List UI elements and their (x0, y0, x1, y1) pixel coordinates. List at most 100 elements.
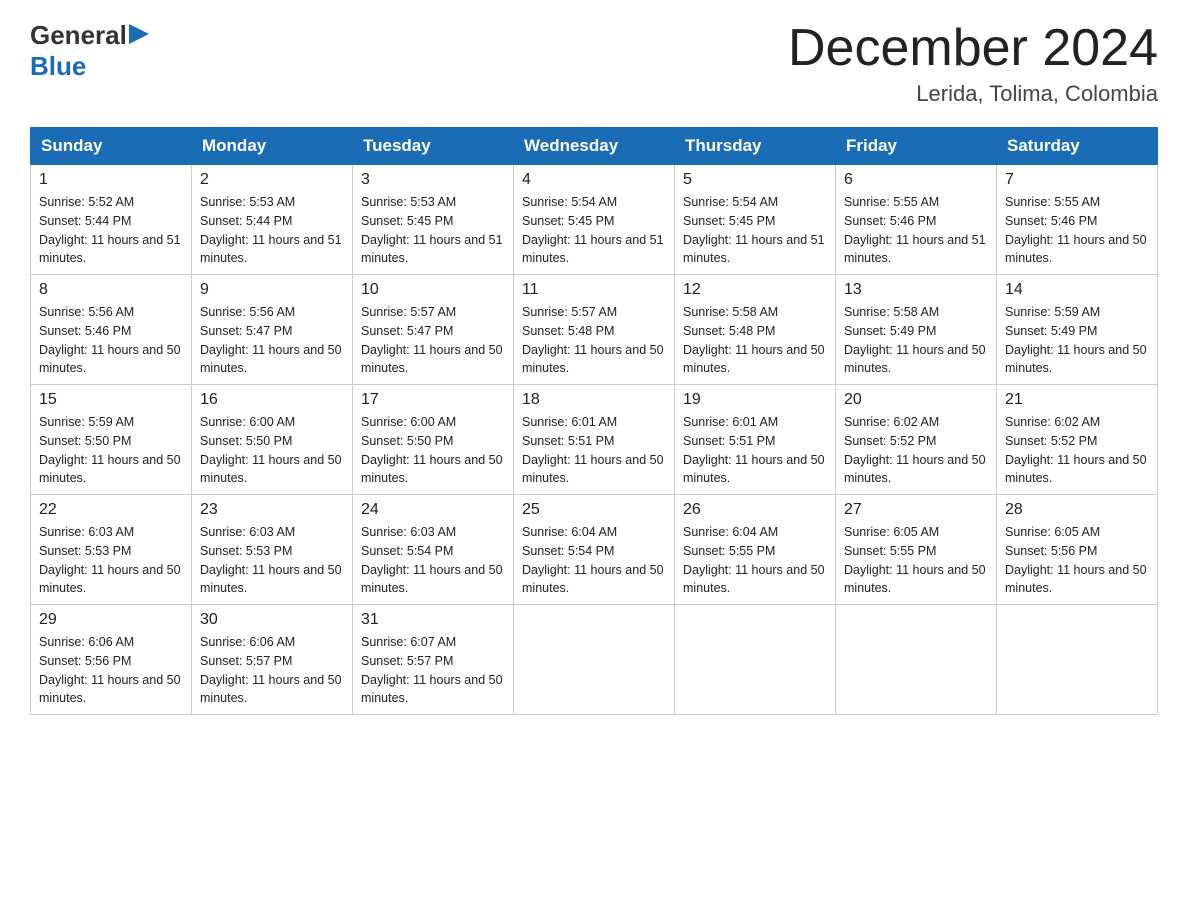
header-day-sunday: Sunday (31, 128, 192, 165)
calendar-cell: 21 Sunrise: 6:02 AMSunset: 5:52 PMDaylig… (997, 385, 1158, 495)
day-number: 27 (844, 501, 988, 519)
day-number: 12 (683, 281, 827, 299)
day-number: 5 (683, 171, 827, 189)
calendar-cell: 27 Sunrise: 6:05 AMSunset: 5:55 PMDaylig… (836, 495, 997, 605)
calendar-header-row: SundayMondayTuesdayWednesdayThursdayFrid… (31, 128, 1158, 165)
day-info: Sunrise: 5:58 AMSunset: 5:49 PMDaylight:… (844, 305, 986, 375)
calendar-week-row: 22 Sunrise: 6:03 AMSunset: 5:53 PMDaylig… (31, 495, 1158, 605)
calendar-cell: 10 Sunrise: 5:57 AMSunset: 5:47 PMDaylig… (353, 275, 514, 385)
calendar-week-row: 1 Sunrise: 5:52 AMSunset: 5:44 PMDayligh… (31, 165, 1158, 275)
calendar-cell: 22 Sunrise: 6:03 AMSunset: 5:53 PMDaylig… (31, 495, 192, 605)
calendar-cell: 4 Sunrise: 5:54 AMSunset: 5:45 PMDayligh… (514, 165, 675, 275)
header-day-tuesday: Tuesday (353, 128, 514, 165)
day-number: 30 (200, 611, 344, 629)
day-info: Sunrise: 5:59 AMSunset: 5:50 PMDaylight:… (39, 415, 181, 485)
day-number: 10 (361, 281, 505, 299)
day-info: Sunrise: 6:03 AMSunset: 5:54 PMDaylight:… (361, 525, 503, 595)
calendar-cell: 16 Sunrise: 6:00 AMSunset: 5:50 PMDaylig… (192, 385, 353, 495)
day-number: 3 (361, 171, 505, 189)
logo-general: General (30, 20, 127, 51)
day-info: Sunrise: 6:07 AMSunset: 5:57 PMDaylight:… (361, 635, 503, 705)
day-number: 29 (39, 611, 183, 629)
header-day-friday: Friday (836, 128, 997, 165)
header-day-thursday: Thursday (675, 128, 836, 165)
day-info: Sunrise: 5:54 AMSunset: 5:45 PMDaylight:… (522, 195, 664, 265)
page-header: General Blue December 2024 Lerida, Tolim… (30, 20, 1158, 107)
calendar-cell: 26 Sunrise: 6:04 AMSunset: 5:55 PMDaylig… (675, 495, 836, 605)
day-info: Sunrise: 6:02 AMSunset: 5:52 PMDaylight:… (844, 415, 986, 485)
day-number: 1 (39, 171, 183, 189)
calendar-cell: 20 Sunrise: 6:02 AMSunset: 5:52 PMDaylig… (836, 385, 997, 495)
day-info: Sunrise: 6:05 AMSunset: 5:55 PMDaylight:… (844, 525, 986, 595)
calendar-cell: 9 Sunrise: 5:56 AMSunset: 5:47 PMDayligh… (192, 275, 353, 385)
calendar-cell: 25 Sunrise: 6:04 AMSunset: 5:54 PMDaylig… (514, 495, 675, 605)
calendar-cell: 15 Sunrise: 5:59 AMSunset: 5:50 PMDaylig… (31, 385, 192, 495)
calendar-cell: 2 Sunrise: 5:53 AMSunset: 5:44 PMDayligh… (192, 165, 353, 275)
title-block: December 2024 Lerida, Tolima, Colombia (788, 20, 1158, 107)
day-info: Sunrise: 5:52 AMSunset: 5:44 PMDaylight:… (39, 195, 181, 265)
day-number: 2 (200, 171, 344, 189)
day-number: 31 (361, 611, 505, 629)
day-info: Sunrise: 5:57 AMSunset: 5:48 PMDaylight:… (522, 305, 664, 375)
calendar-cell: 3 Sunrise: 5:53 AMSunset: 5:45 PMDayligh… (353, 165, 514, 275)
day-number: 28 (1005, 501, 1149, 519)
calendar-cell: 31 Sunrise: 6:07 AMSunset: 5:57 PMDaylig… (353, 605, 514, 715)
calendar-week-row: 15 Sunrise: 5:59 AMSunset: 5:50 PMDaylig… (31, 385, 1158, 495)
logo-triangle-icon (129, 24, 149, 44)
calendar-cell: 11 Sunrise: 5:57 AMSunset: 5:48 PMDaylig… (514, 275, 675, 385)
calendar-week-row: 8 Sunrise: 5:56 AMSunset: 5:46 PMDayligh… (31, 275, 1158, 385)
day-number: 14 (1005, 281, 1149, 299)
day-info: Sunrise: 5:55 AMSunset: 5:46 PMDaylight:… (844, 195, 986, 265)
calendar-cell: 23 Sunrise: 6:03 AMSunset: 5:53 PMDaylig… (192, 495, 353, 605)
day-info: Sunrise: 5:57 AMSunset: 5:47 PMDaylight:… (361, 305, 503, 375)
calendar-cell: 19 Sunrise: 6:01 AMSunset: 5:51 PMDaylig… (675, 385, 836, 495)
day-number: 26 (683, 501, 827, 519)
day-info: Sunrise: 6:02 AMSunset: 5:52 PMDaylight:… (1005, 415, 1147, 485)
header-day-saturday: Saturday (997, 128, 1158, 165)
day-info: Sunrise: 6:04 AMSunset: 5:54 PMDaylight:… (522, 525, 664, 595)
day-info: Sunrise: 6:06 AMSunset: 5:57 PMDaylight:… (200, 635, 342, 705)
logo: General Blue (30, 20, 149, 82)
day-number: 22 (39, 501, 183, 519)
day-number: 15 (39, 391, 183, 409)
calendar-cell: 12 Sunrise: 5:58 AMSunset: 5:48 PMDaylig… (675, 275, 836, 385)
day-info: Sunrise: 6:03 AMSunset: 5:53 PMDaylight:… (39, 525, 181, 595)
day-info: Sunrise: 6:03 AMSunset: 5:53 PMDaylight:… (200, 525, 342, 595)
day-number: 7 (1005, 171, 1149, 189)
calendar-cell (997, 605, 1158, 715)
day-number: 20 (844, 391, 988, 409)
day-info: Sunrise: 5:58 AMSunset: 5:48 PMDaylight:… (683, 305, 825, 375)
header-day-monday: Monday (192, 128, 353, 165)
calendar-cell: 7 Sunrise: 5:55 AMSunset: 5:46 PMDayligh… (997, 165, 1158, 275)
header-day-wednesday: Wednesday (514, 128, 675, 165)
day-info: Sunrise: 5:54 AMSunset: 5:45 PMDaylight:… (683, 195, 825, 265)
day-number: 16 (200, 391, 344, 409)
day-number: 25 (522, 501, 666, 519)
logo-blue: Blue (30, 51, 86, 81)
day-number: 24 (361, 501, 505, 519)
day-number: 6 (844, 171, 988, 189)
location-subtitle: Lerida, Tolima, Colombia (788, 81, 1158, 107)
day-number: 18 (522, 391, 666, 409)
day-info: Sunrise: 6:04 AMSunset: 5:55 PMDaylight:… (683, 525, 825, 595)
day-info: Sunrise: 5:56 AMSunset: 5:47 PMDaylight:… (200, 305, 342, 375)
calendar-cell (836, 605, 997, 715)
day-number: 21 (1005, 391, 1149, 409)
calendar-cell: 13 Sunrise: 5:58 AMSunset: 5:49 PMDaylig… (836, 275, 997, 385)
calendar-week-row: 29 Sunrise: 6:06 AMSunset: 5:56 PMDaylig… (31, 605, 1158, 715)
calendar-cell (675, 605, 836, 715)
day-info: Sunrise: 6:01 AMSunset: 5:51 PMDaylight:… (522, 415, 664, 485)
day-number: 17 (361, 391, 505, 409)
day-info: Sunrise: 6:00 AMSunset: 5:50 PMDaylight:… (361, 415, 503, 485)
day-info: Sunrise: 6:05 AMSunset: 5:56 PMDaylight:… (1005, 525, 1147, 595)
calendar-cell: 24 Sunrise: 6:03 AMSunset: 5:54 PMDaylig… (353, 495, 514, 605)
calendar-cell: 14 Sunrise: 5:59 AMSunset: 5:49 PMDaylig… (997, 275, 1158, 385)
calendar-table: SundayMondayTuesdayWednesdayThursdayFrid… (30, 127, 1158, 715)
month-year-title: December 2024 (788, 20, 1158, 77)
calendar-cell: 8 Sunrise: 5:56 AMSunset: 5:46 PMDayligh… (31, 275, 192, 385)
calendar-cell: 29 Sunrise: 6:06 AMSunset: 5:56 PMDaylig… (31, 605, 192, 715)
day-number: 9 (200, 281, 344, 299)
calendar-cell: 17 Sunrise: 6:00 AMSunset: 5:50 PMDaylig… (353, 385, 514, 495)
day-info: Sunrise: 5:53 AMSunset: 5:44 PMDaylight:… (200, 195, 342, 265)
calendar-cell: 1 Sunrise: 5:52 AMSunset: 5:44 PMDayligh… (31, 165, 192, 275)
